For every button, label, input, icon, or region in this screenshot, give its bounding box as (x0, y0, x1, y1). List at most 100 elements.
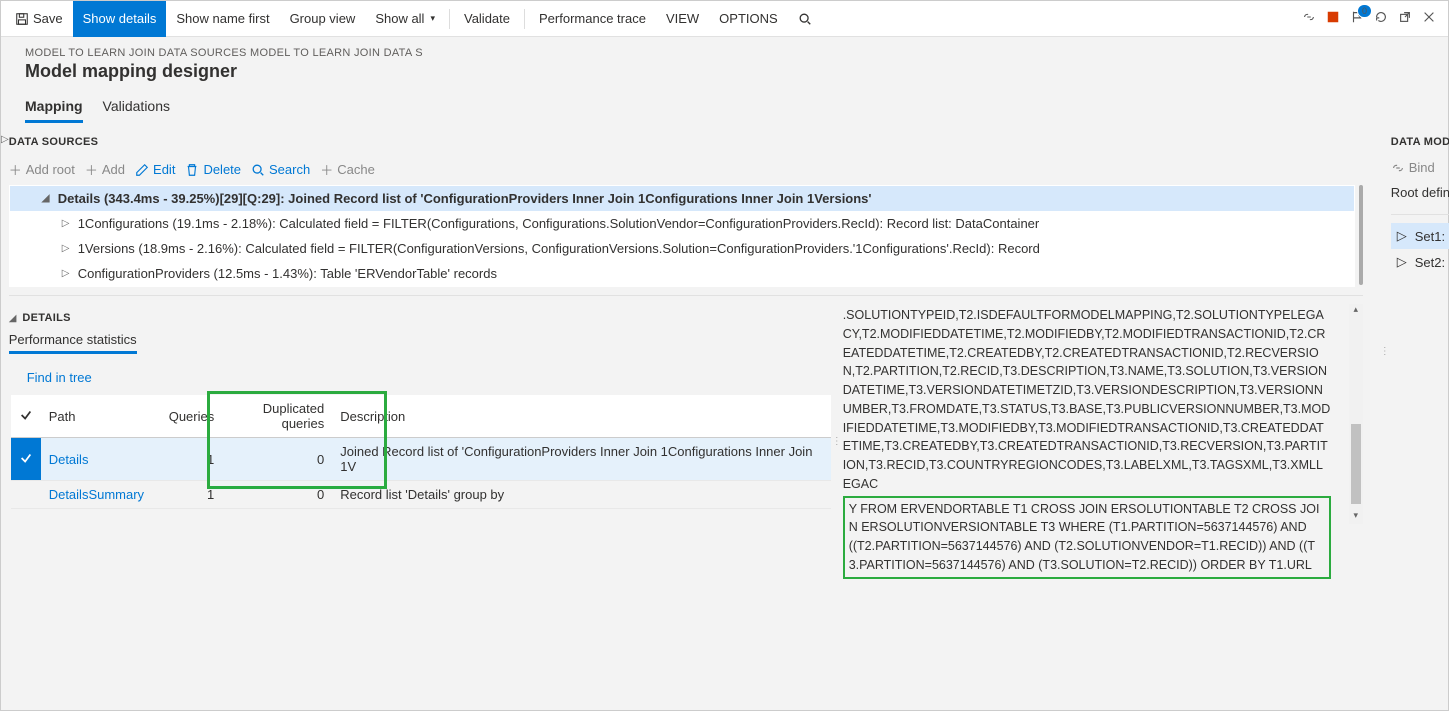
tree-row[interactable]: ▷ ConfigurationProviders (12.5ms - 1.43%… (10, 261, 1354, 286)
search-icon (251, 163, 265, 177)
cell-desc: Record list 'Details' group by (332, 481, 830, 509)
cell-path[interactable]: DetailsSummary (41, 481, 161, 509)
caret-down-icon[interactable]: ◢ (42, 193, 52, 204)
caret-right-icon[interactable]: ▷ (1397, 254, 1407, 270)
add-root-button[interactable]: ＋Add root (9, 160, 75, 179)
office-icon[interactable] (1326, 10, 1340, 27)
notification-count: 0 (1357, 4, 1372, 18)
check-column-header[interactable] (11, 395, 41, 438)
close-icon (1422, 10, 1436, 24)
scroll-down-arrow[interactable]: ▾ (1349, 510, 1363, 524)
cell-dup: 0 (222, 481, 332, 509)
caret-down-icon[interactable]: ◢ (9, 313, 17, 324)
tab-mapping[interactable]: Mapping (25, 92, 83, 123)
search-icon (798, 12, 812, 26)
col-description[interactable]: Description (332, 395, 830, 438)
cell-queries: 1 (161, 438, 223, 481)
bind-button[interactable]: Bind (1391, 160, 1435, 175)
data-model-row[interactable]: ▷ Set2: Record (1391, 249, 1449, 275)
row-checkbox[interactable] (11, 481, 41, 509)
scrollbar[interactable]: ▴ ▾ (1349, 304, 1363, 524)
row-checkbox[interactable] (11, 438, 41, 481)
cell-dup: 0 (222, 438, 332, 481)
tree-row[interactable]: ▷ 1Versions (18.9ms - 2.16%): Calculated… (10, 236, 1354, 261)
tree-label: Details (343.4ms - 39.25%)[29][Q:29]: Jo… (58, 191, 872, 206)
caret-right-icon[interactable]: ▷ (62, 268, 72, 279)
scrollbar[interactable] (1359, 185, 1363, 285)
col-path[interactable]: Path (41, 395, 161, 438)
grid-row[interactable]: DetailsSummary 1 0 Record list 'Details'… (11, 481, 831, 509)
tab-validations[interactable]: Validations (103, 92, 170, 123)
tree-label: 1Configurations (19.1ms - 2.18%): Calcul… (78, 216, 1040, 231)
plus-icon: ＋ (9, 160, 22, 179)
group-view-button[interactable]: Group view (280, 1, 366, 37)
details-header: DETAILS (22, 312, 70, 324)
page-tabs: Mapping Validations (1, 92, 1448, 124)
data-model-header: DATA MODEL (1391, 124, 1449, 154)
search-button[interactable]: Search (251, 160, 310, 179)
collapse-panel-caret[interactable]: ▷ (1, 134, 9, 579)
performance-trace-button[interactable]: Performance trace (529, 1, 656, 37)
find-in-tree-link[interactable]: Find in tree (9, 364, 831, 395)
performance-grid: Path Queries Duplicated queries Descript… (11, 395, 831, 509)
close-button[interactable] (1422, 10, 1436, 27)
main-toolbar: Save Show details Show name first Group … (1, 1, 1448, 37)
page-title: Model mapping designer (1, 59, 1448, 92)
add-button[interactable]: ＋Add (85, 160, 125, 179)
caret-right-icon[interactable]: ▷ (62, 218, 72, 229)
col-queries[interactable]: Queries (161, 395, 223, 438)
delete-button[interactable]: Delete (185, 160, 241, 179)
cache-button[interactable]: ＋Cache (320, 160, 375, 179)
show-details-button[interactable]: Show details (73, 1, 167, 37)
pencil-icon (135, 163, 149, 177)
data-model-row[interactable]: ▷ Set1: Record (1391, 223, 1449, 249)
link-icon[interactable] (1302, 10, 1316, 27)
cell-queries: 1 (161, 481, 223, 509)
chevron-down-icon: ▾ (430, 13, 435, 24)
tree-label: 1Versions (18.9ms - 2.16%): Calculated f… (78, 241, 1040, 256)
caret-right-icon[interactable]: ▷ (62, 243, 72, 254)
plus-icon: ＋ (85, 160, 98, 179)
splitter-handle[interactable]: ⋮ (831, 304, 843, 579)
dm-label: Set2: Record (1415, 255, 1449, 270)
toolbar-search-button[interactable] (788, 1, 822, 37)
plus-icon: ＋ (320, 160, 333, 179)
data-sources-tree: ◢ Details (343.4ms - 39.25%)[29][Q:29]: … (9, 185, 1355, 287)
sql-text-top: .SOLUTIONTYPEID,T2.ISDEFAULTFORMODELMAPP… (843, 304, 1349, 494)
splitter-handle[interactable]: ⋮ (1379, 124, 1391, 579)
cell-desc: Joined Record list of 'ConfigurationProv… (332, 438, 830, 481)
tree-row-details[interactable]: ◢ Details (343.4ms - 39.25%)[29][Q:29]: … (10, 186, 1354, 211)
notifications-button[interactable]: 0 (1350, 10, 1364, 27)
cell-path[interactable]: Details (41, 438, 161, 481)
caret-right-icon[interactable]: ▷ (1397, 228, 1407, 244)
refresh-button[interactable] (1374, 10, 1388, 27)
data-sources-header: DATA SOURCES (9, 124, 1363, 154)
separator (524, 9, 525, 29)
options-dropdown[interactable]: OPTIONS (709, 1, 788, 37)
show-name-first-button[interactable]: Show name first (166, 1, 279, 37)
popout-icon (1398, 10, 1412, 24)
grid-row[interactable]: Details 1 0 Joined Record list of 'Confi… (11, 438, 831, 481)
link-icon (1391, 161, 1405, 175)
col-dup-queries[interactable]: Duplicated queries (222, 395, 332, 438)
trash-icon (185, 163, 199, 177)
edit-button[interactable]: Edit (135, 160, 175, 179)
show-all-dropdown[interactable]: Show all▾ (365, 1, 445, 37)
separator (449, 9, 450, 29)
scroll-up-arrow[interactable]: ▴ (1349, 304, 1363, 318)
validate-button[interactable]: Validate (454, 1, 520, 37)
save-button[interactable]: Save (5, 1, 73, 37)
refresh-icon (1374, 10, 1388, 24)
root-definition-label: Root definition (1391, 181, 1449, 206)
popout-button[interactable] (1398, 10, 1412, 27)
show-details-label: Show details (83, 11, 157, 26)
tree-label: ConfigurationProviders (12.5ms - 1.43%):… (78, 266, 497, 281)
data-sources-toolbar: ＋Add root ＋Add Edit Delete Search ＋Cache (9, 154, 1363, 185)
data-model-toolbar: Bind Edit Unbind Search (1391, 154, 1449, 181)
view-dropdown[interactable]: VIEW (656, 1, 709, 37)
save-icon (15, 12, 29, 26)
performance-statistics-tab[interactable]: Performance statistics (9, 328, 137, 354)
tree-row[interactable]: ▷ 1Configurations (19.1ms - 2.18%): Calc… (10, 211, 1354, 236)
dm-label: Set1: Record (1415, 229, 1449, 244)
scroll-thumb[interactable] (1351, 424, 1361, 504)
